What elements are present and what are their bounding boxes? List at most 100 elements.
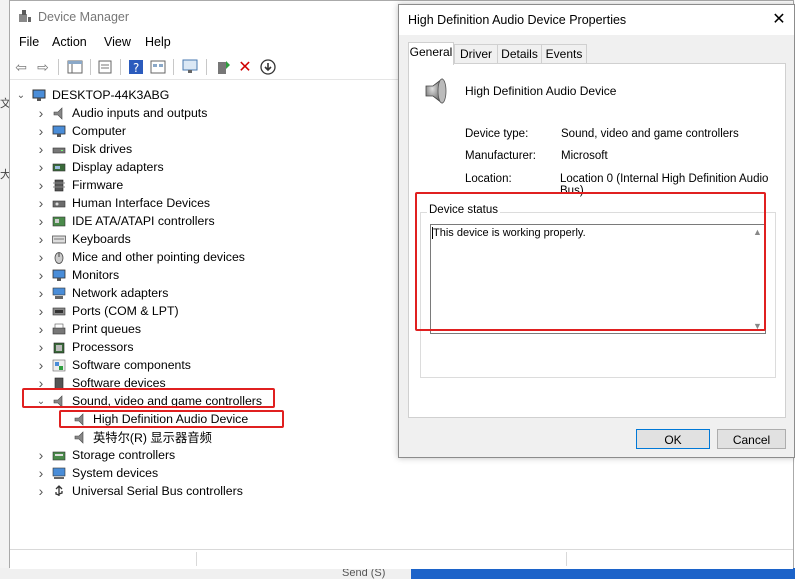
background-taskbar: Send (S)	[0, 567, 795, 579]
tree-item-label: Keyboards	[72, 232, 131, 246]
chevron-right-icon[interactable]: ›	[36, 231, 46, 247]
tree-category-item[interactable]: › Processors	[36, 338, 134, 356]
device-manager-icon	[19, 10, 31, 22]
show-hide-console-tree-icon[interactable]	[66, 58, 84, 76]
disable-device-icon[interactable]	[259, 58, 277, 76]
tree-category-item[interactable]: › Audio inputs and outputs	[36, 104, 208, 122]
tree-category-item[interactable]: › IDE ATA/ATAPI controllers	[36, 212, 215, 230]
manufacturer-label: Manufacturer:	[465, 150, 536, 162]
tree-category-item[interactable]: › Display adapters	[36, 158, 164, 176]
chevron-right-icon[interactable]: ›	[36, 141, 46, 157]
highlight-audio-device	[59, 410, 284, 428]
tree-category-item[interactable]: › Monitors	[36, 266, 120, 284]
tree-category-item[interactable]: › Computer	[36, 122, 126, 140]
chevron-right-icon[interactable]: ›	[36, 465, 46, 481]
toolbar-separator	[58, 59, 59, 75]
chevron-right-icon[interactable]: ›	[36, 249, 46, 265]
storage-controller-icon	[52, 451, 66, 460]
chevron-right-icon[interactable]: ›	[36, 321, 46, 337]
mouse-icon	[54, 251, 64, 264]
chevron-right-icon[interactable]: ›	[36, 357, 46, 373]
chevron-right-icon[interactable]: ›	[36, 123, 46, 139]
menu-help[interactable]: Help	[145, 35, 171, 49]
chevron-right-icon[interactable]: ›	[36, 159, 46, 175]
tree-category-item[interactable]: › Human Interface Devices	[36, 194, 210, 212]
status-bar	[10, 549, 793, 569]
chevron-right-icon[interactable]: ›	[36, 105, 46, 121]
chevron-right-icon[interactable]: ›	[36, 447, 46, 463]
tree-category-item[interactable]: › System devices	[36, 464, 158, 482]
tree-item-label: Audio inputs and outputs	[72, 106, 208, 120]
background-blue-area	[411, 568, 795, 579]
disk-drive-icon	[52, 147, 66, 153]
tree-category-item[interactable]: › Universal Serial Bus controllers	[36, 482, 243, 500]
tree-item-label: Print queues	[72, 322, 142, 336]
device-type-value: Sound, video and game controllers	[561, 128, 739, 140]
device-name: High Definition Audio Device	[465, 84, 617, 98]
properties-icon[interactable]	[96, 58, 114, 76]
port-icon	[52, 307, 66, 315]
close-icon[interactable]: ✕	[768, 9, 790, 31]
tree-category-item[interactable]: › Keyboards	[36, 230, 131, 248]
menu-action[interactable]: Action	[52, 35, 87, 49]
cancel-button[interactable]: Cancel	[717, 429, 786, 449]
dialog-titlebar[interactable]: High Definition Audio Device Properties …	[399, 5, 794, 35]
back-arrow-icon[interactable]: ⇦	[12, 58, 30, 76]
tree-category-item[interactable]: › Network adapters	[36, 284, 169, 302]
tree-device-item[interactable]: 英特尔(R) 显示器音频	[73, 428, 212, 446]
forward-arrow-icon[interactable]: ⇨	[34, 58, 52, 76]
tree-category-item[interactable]: › Storage controllers	[36, 446, 176, 464]
hid-icon	[52, 200, 66, 207]
tree-item-label: Ports (COM & LPT)	[72, 304, 179, 318]
toolbar-separator	[90, 59, 91, 75]
tab-driver[interactable]: Driver	[454, 44, 498, 64]
chevron-down-icon[interactable]: ⌄	[16, 90, 26, 101]
tree-category-item[interactable]: › Ports (COM & LPT)	[36, 302, 179, 320]
chevron-right-icon[interactable]: ›	[36, 483, 46, 499]
system-device-icon	[52, 467, 66, 479]
tree-root[interactable]: ⌄ DESKTOP-44K3ABG	[16, 86, 170, 104]
toolbar-separator	[206, 59, 207, 75]
monitor-icon	[52, 269, 66, 281]
status-divider	[196, 552, 197, 566]
device-type-label: Device type:	[465, 128, 529, 140]
chevron-right-icon[interactable]: ›	[36, 195, 46, 211]
tab-details[interactable]: Details	[497, 44, 542, 64]
chevron-right-icon[interactable]: ›	[36, 267, 46, 283]
tree-item-label: IDE ATA/ATAPI controllers	[72, 214, 215, 228]
chevron-right-icon[interactable]: ›	[36, 339, 46, 355]
ok-button[interactable]: OK	[636, 429, 710, 449]
tree-category-item[interactable]: › Mice and other pointing devices	[36, 248, 245, 266]
firmware-chip-icon	[53, 179, 65, 191]
printer-icon	[52, 323, 66, 334]
manufacturer-value: Microsoft	[561, 150, 608, 162]
help-icon[interactable]: ?	[127, 58, 145, 76]
tab-general[interactable]: General	[408, 42, 454, 65]
tree-item-label: Disk drives	[72, 142, 133, 156]
menu-file[interactable]: File	[19, 35, 39, 49]
keyboard-icon	[52, 235, 66, 243]
dialog-title: High Definition Audio Device Properties	[408, 13, 627, 27]
tab-events[interactable]: Events	[541, 44, 587, 64]
scan-hardware-icon[interactable]	[181, 58, 199, 76]
chevron-right-icon[interactable]: ›	[36, 285, 46, 301]
chevron-right-icon[interactable]: ›	[36, 303, 46, 319]
chevron-right-icon[interactable]: ›	[36, 213, 46, 229]
tree-item-label: Monitors	[72, 268, 120, 282]
tree-item-label: Display adapters	[72, 160, 164, 174]
tree-category-item[interactable]: › Software components	[36, 356, 191, 374]
update-driver-icon[interactable]	[214, 58, 232, 76]
tree-category-item[interactable]: › Print queues	[36, 320, 141, 338]
highlight-device-status	[415, 192, 766, 331]
toolbar-separator	[173, 59, 174, 75]
tree-category-item[interactable]: › Disk drives	[36, 140, 132, 158]
menu-view[interactable]: View	[104, 35, 131, 49]
properties-dialog: High Definition Audio Device Properties …	[398, 4, 795, 458]
uninstall-device-icon[interactable]: ✕	[236, 58, 254, 76]
device-manager-title: Device Manager	[38, 10, 130, 24]
tree-category-item[interactable]: › Firmware	[36, 176, 124, 194]
tree-item-label: Computer	[72, 124, 126, 138]
tree-item-label: Network adapters	[72, 286, 169, 300]
view-icon[interactable]	[149, 58, 167, 76]
chevron-right-icon[interactable]: ›	[36, 177, 46, 193]
